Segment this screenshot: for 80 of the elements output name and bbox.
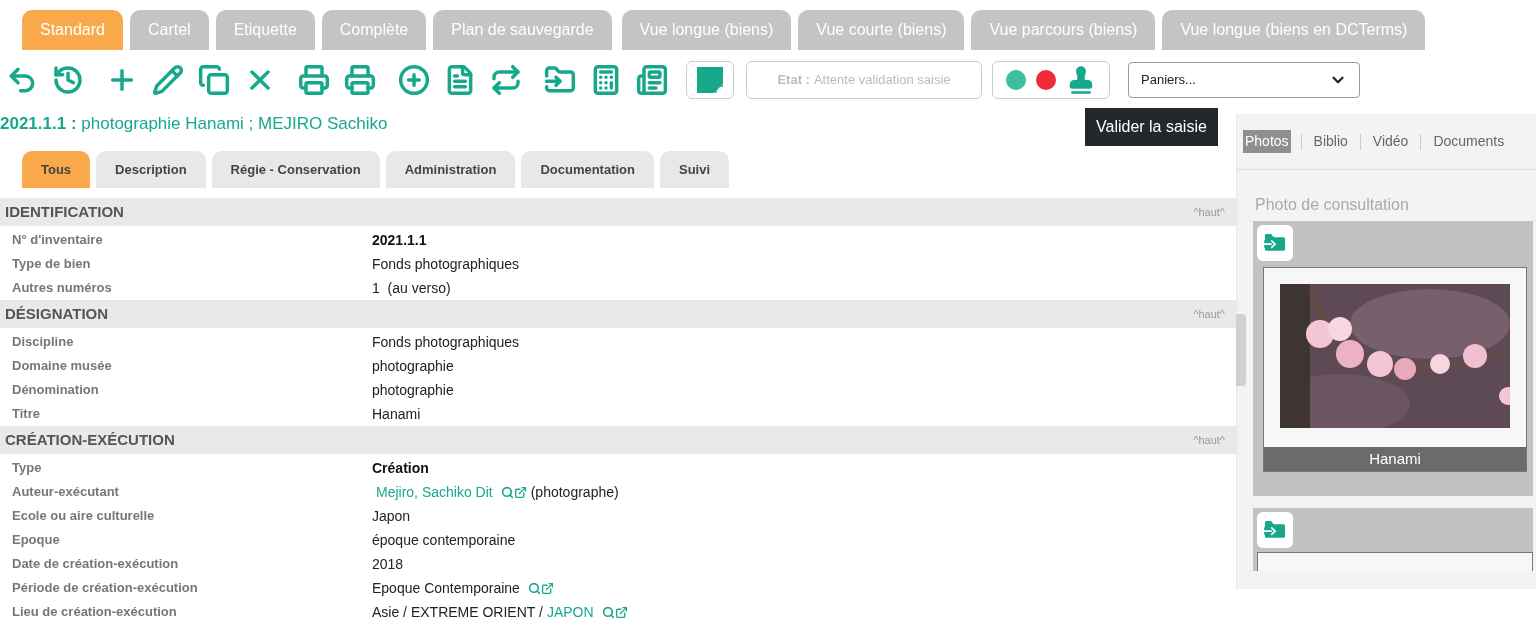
section-title: DÉSIGNATION bbox=[5, 303, 109, 324]
basket-select[interactable]: Paniers... bbox=[1128, 62, 1360, 98]
section-tab[interactable]: Suivi bbox=[660, 151, 730, 188]
field-label: Discipline bbox=[11, 333, 75, 352]
record-title: 2021.1.1 : photographie Hanami ; MEJIRO Sachiko bbox=[0, 114, 388, 134]
top-link[interactable]: ^haut^ bbox=[1193, 305, 1231, 323]
field-label: N° d'inventaire bbox=[11, 231, 104, 250]
tooltip: Valider la saisie bbox=[1085, 108, 1218, 146]
section-tab[interactable]: Tous bbox=[22, 151, 91, 188]
note-button[interactable] bbox=[686, 61, 734, 99]
field-label: Type de bien bbox=[11, 255, 92, 274]
field-value: Hanami bbox=[372, 404, 421, 424]
media-tab[interactable]: Documents bbox=[1431, 130, 1507, 153]
field-value: photographie bbox=[372, 380, 454, 400]
field-value: 2018 bbox=[372, 554, 404, 574]
open-link-icon[interactable] bbox=[513, 485, 527, 499]
history-icon[interactable] bbox=[52, 64, 84, 96]
field-value: Fonds photographiques bbox=[372, 332, 520, 352]
field-value: Création bbox=[372, 458, 429, 478]
media-tab[interactable]: Vidéo bbox=[1370, 130, 1411, 153]
value-link[interactable]: JAPON bbox=[546, 601, 594, 623]
print-icon[interactable] bbox=[344, 64, 376, 96]
folder-icon[interactable] bbox=[1257, 225, 1293, 261]
print-icon[interactable] bbox=[298, 64, 330, 96]
field-label: Auteur-exécutant bbox=[11, 483, 120, 502]
field-value: Fonds photographiques bbox=[372, 254, 520, 274]
field-label: Période de création-exécution bbox=[11, 579, 199, 598]
open-link-icon[interactable] bbox=[614, 605, 628, 619]
add-circle-icon[interactable] bbox=[398, 64, 430, 96]
photo-caption: Hanami bbox=[1264, 447, 1526, 471]
transfer-icon[interactable] bbox=[490, 64, 522, 96]
top-link[interactable]: ^haut^ bbox=[1193, 431, 1231, 449]
field-label: Titre bbox=[11, 405, 41, 424]
field-label: Lieu de création-exécution bbox=[11, 603, 178, 622]
view-tab[interactable]: Vue courte (biens) bbox=[798, 10, 965, 50]
edit-icon[interactable] bbox=[152, 64, 184, 96]
section-tab[interactable]: Documentation bbox=[521, 151, 654, 188]
view-tab[interactable]: Vue parcours (biens) bbox=[971, 10, 1156, 50]
field-value: photographie bbox=[372, 356, 454, 376]
media-tab[interactable]: Biblio bbox=[1311, 130, 1350, 153]
top-link[interactable]: ^haut^ bbox=[1193, 203, 1231, 221]
folder-icon[interactable] bbox=[1257, 512, 1293, 548]
section-tab[interactable]: Administration bbox=[385, 151, 516, 188]
field-value: Epoque Contemporaine bbox=[372, 578, 520, 598]
field-label: Dénomination bbox=[11, 381, 100, 400]
field-value: époque contemporaine bbox=[372, 530, 516, 550]
sticky-note-icon bbox=[697, 67, 723, 93]
copy-icon[interactable] bbox=[198, 64, 230, 96]
field-value: Asie / EXTREME ORIENT / bbox=[372, 602, 543, 622]
search-icon[interactable] bbox=[500, 485, 514, 499]
view-tab[interactable]: Standard bbox=[22, 10, 123, 50]
field-value: 2021.1.1 bbox=[372, 230, 427, 250]
section-tab[interactable]: Description bbox=[96, 151, 206, 188]
media-tab[interactable]: Photos bbox=[1243, 130, 1291, 153]
field-label: Ecole ou aire culturelle bbox=[11, 507, 156, 526]
view-tab[interactable]: Vue longue (biens en DCTerms) bbox=[1162, 10, 1426, 50]
field-value: Japon bbox=[372, 506, 411, 526]
view-tab[interactable]: Vue longue (biens) bbox=[621, 10, 792, 50]
field-value: (photographe) bbox=[530, 482, 619, 502]
view-tab[interactable]: Cartel bbox=[129, 10, 209, 50]
field-label: Date de création-exécution bbox=[11, 555, 180, 574]
field-value: 1 (au verso) bbox=[372, 278, 451, 298]
field-label: Domaine musée bbox=[11, 357, 113, 376]
value-link[interactable]: Mejiro, Sachiko Dit bbox=[376, 481, 493, 503]
field-label: Autres numéros bbox=[11, 279, 113, 298]
section-title: IDENTIFICATION bbox=[5, 201, 124, 222]
panel-heading: Photo de consultation bbox=[1255, 195, 1410, 215]
field-label: Type bbox=[11, 459, 43, 478]
view-tab[interactable]: Plan de sauvegarde bbox=[433, 10, 612, 50]
open-link-icon[interactable] bbox=[540, 581, 554, 595]
field-label: Epoque bbox=[11, 531, 61, 550]
search-icon[interactable] bbox=[601, 605, 615, 619]
search-icon[interactable] bbox=[527, 581, 541, 595]
section-tab[interactable]: Régie - Conservation bbox=[211, 151, 380, 188]
state-field: Etat : Attente validation saisie bbox=[746, 61, 982, 99]
section-title: CRÉATION-EXÉCUTION bbox=[5, 429, 175, 450]
view-tab[interactable]: Etiquette bbox=[215, 10, 315, 50]
newspaper-icon[interactable] bbox=[636, 64, 668, 96]
view-tab[interactable]: Complète bbox=[321, 10, 427, 50]
panel-toggle[interactable] bbox=[1236, 314, 1246, 386]
